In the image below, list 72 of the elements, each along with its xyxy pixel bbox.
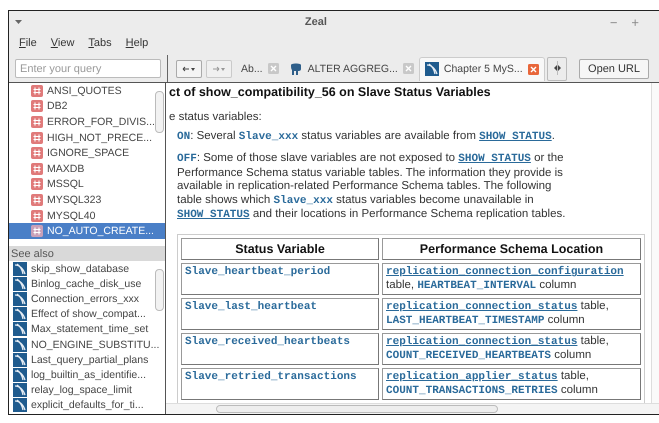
index-item[interactable]: ERROR_FOR_DIVIS... <box>31 114 154 130</box>
table-cell: replication_connection_status table, COUNT_RECEIVED_HEARTBEATS column <box>382 333 641 366</box>
index-item[interactable]: HIGH_NOT_PRECE... <box>31 130 154 146</box>
hash-icon <box>31 116 43 128</box>
index-item[interactable]: ANSI_QUOTES <box>31 83 154 99</box>
paragraph: OFF: Some of those slave variables are not exposed to SHOW STATUS or the Performance Schema status variable tables. The information they provide is available in replication-related Performance Schema tables. The following table shows which Slave_xxx status variables become unavailable in SHOW STATUS and their locations in Performance Schema replication tables. <box>177 152 566 222</box>
section-header: See also <box>9 246 165 261</box>
table-cell: Slave_received_heartbeats <box>181 333 379 366</box>
see-also-item[interactable]: Effect of show_compat... <box>13 306 155 322</box>
hash-icon <box>31 147 43 160</box>
tab[interactable]: Ab... <box>236 56 284 80</box>
table-cell: replication_connection_configuration table, HEARTBEAT_INTERVAL column <box>382 263 641 296</box>
link[interactable]: replication_connection_status <box>386 301 578 314</box>
index-item[interactable]: IGNORE_SPACE <box>31 145 154 161</box>
menu-item[interactable]: Help <box>126 37 148 49</box>
tab[interactable]: Chapter 5 MyS... <box>418 56 545 80</box>
scrollbar[interactable] <box>651 83 659 404</box>
see-also-item[interactable]: log_builtin_as_identifie... <box>13 367 155 382</box>
see-also-item[interactable]: Connection_errors_xxx <box>13 291 155 307</box>
index-item[interactable]: MYSQL40 <box>31 208 154 224</box>
hash-icon <box>31 100 43 112</box>
see-also-item[interactable]: explicit_defaults_for_ti... <box>13 398 155 413</box>
link[interactable]: replication_applier_status <box>386 371 558 384</box>
link[interactable]: replication_connection_configuration <box>386 266 624 278</box>
index-item[interactable]: MYSQL323 <box>31 192 154 208</box>
index-item[interactable]: DB2 <box>31 98 154 114</box>
index-item[interactable]: MSSQL <box>31 176 154 192</box>
paragraph: ON: Several Slave_xxx status variables are available from SHOW STATUS. <box>177 130 556 144</box>
menu-arrow-icon[interactable] <box>15 20 22 24</box>
close-icon[interactable] <box>528 64 539 74</box>
scrollbar[interactable] <box>155 269 164 311</box>
window-title: Zeal <box>304 16 328 28</box>
table-cell: Slave_last_heartbeat <box>181 298 379 330</box>
search-field[interactable]: Enter your query <box>15 59 161 78</box>
open-url-button[interactable]: Open URL <box>579 58 649 78</box>
table-cell: replication_connection_status table, LAST_HEARTBEAT_TIMESTAMP column <box>382 298 641 330</box>
scrollbar[interactable] <box>216 405 498 413</box>
back-button[interactable] <box>176 60 202 78</box>
tab[interactable]: ALTER AGGREG... <box>284 56 419 80</box>
menu-item[interactable]: File <box>19 37 37 49</box>
see-also-item[interactable]: Binlog_cache_disk_use <box>13 276 155 292</box>
table-cell: replication_applier_status table, COUNT_TRANSACTIONS_RETRIES column <box>382 368 641 400</box>
back-arrow-icon <box>182 66 196 72</box>
link[interactable]: SHOW STATUS <box>479 131 552 143</box>
paragraph: e status variables: <box>169 111 263 123</box>
see-also-item[interactable]: skip_show_database <box>13 261 155 276</box>
section-heading: ct of show_compatibility_56 on Slave Status Variables <box>169 85 492 99</box>
see-also-item[interactable]: Max_statement_time_set <box>13 322 155 337</box>
link[interactable]: SHOW STATUS <box>458 153 531 166</box>
link[interactable]: SHOW STATUS <box>177 209 250 222</box>
column-header: Performance Schema Location <box>382 238 641 260</box>
see-also-item[interactable]: relay_log_space_limit <box>13 382 155 398</box>
table-cell: Slave_heartbeat_period <box>181 263 379 296</box>
hash-icon <box>31 210 43 222</box>
menu-item[interactable]: Tabs <box>88 37 112 49</box>
close-icon[interactable] <box>268 63 279 74</box>
close-icon[interactable] <box>402 63 414 74</box>
scrollbar[interactable] <box>155 91 164 133</box>
tab-scroll-buttons[interactable] <box>546 56 567 80</box>
menu-item[interactable]: View <box>50 37 74 49</box>
forward-arrow-icon <box>212 66 226 72</box>
hash-icon <box>31 162 43 175</box>
column-header: Status Variable <box>181 238 379 260</box>
table-cell: Slave_retried_transactions <box>181 368 379 400</box>
link[interactable]: replication_connection_status <box>386 336 578 348</box>
index-item[interactable]: NO_AUTO_CREATE... <box>9 223 165 239</box>
hash-icon <box>31 194 43 206</box>
see-also-item[interactable]: Last_query_partial_plans <box>13 352 155 368</box>
hash-icon <box>31 132 43 144</box>
hash-icon <box>31 178 43 190</box>
index-item[interactable]: MAXDB <box>31 160 154 177</box>
hash-icon <box>31 225 43 238</box>
